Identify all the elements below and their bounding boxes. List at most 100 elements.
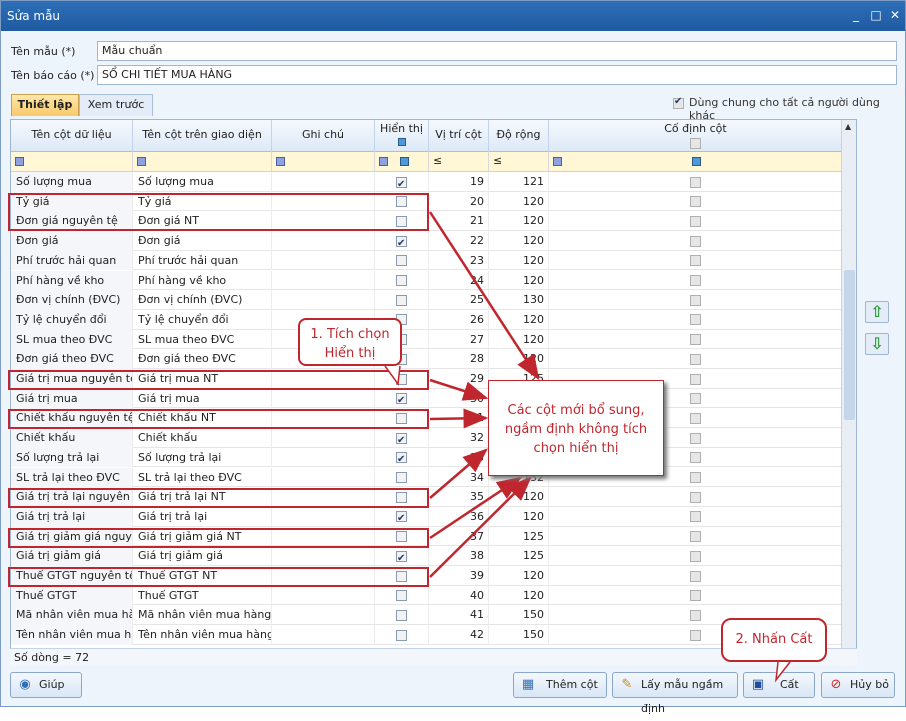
cell-width[interactable]: 120 <box>489 585 549 606</box>
cell-fixed[interactable] <box>549 290 843 310</box>
cell-data-name[interactable]: Giá trị trả lại <box>11 506 133 527</box>
table-row[interactable]: SL mua theo ĐVC SL mua theo ĐVC 27 120 <box>11 329 843 350</box>
cell-note[interactable] <box>272 526 375 547</box>
cell-ui-name[interactable]: Giá trị giảm giá NT <box>133 526 272 547</box>
cell-ui-name[interactable]: Giá trị mua NT <box>133 369 272 389</box>
report-name-input[interactable]: SỔ CHI TIẾT MUA HÀNG <box>97 65 897 85</box>
cell-data-name[interactable]: Phí trước hải quan <box>11 250 133 271</box>
grid-vertical-scrollbar[interactable]: ▲ ▼ <box>841 120 856 665</box>
cell-width[interactable]: 121 <box>489 172 549 192</box>
cell-position[interactable]: 34 <box>429 467 489 488</box>
col-header-visible[interactable]: Hiển thị <box>375 120 429 152</box>
visible-checkbox[interactable] <box>396 412 407 424</box>
cancel-button[interactable]: ⊘ Hủy bỏ <box>821 672 895 698</box>
cell-position[interactable]: 22 <box>429 231 489 251</box>
cell-note[interactable] <box>272 428 375 448</box>
filter-position[interactable]: ≤ <box>429 152 489 172</box>
cell-visible[interactable] <box>375 447 429 468</box>
cell-width[interactable]: 150 <box>489 605 549 626</box>
table-row[interactable]: Chiết khấuChiết khấu32120 <box>11 428 843 448</box>
cell-note[interactable] <box>272 408 375 429</box>
cell-note[interactable] <box>272 625 375 645</box>
table-row[interactable]: Giá trị giảm giáGiá trị giảm giá 38125 <box>11 546 843 566</box>
cell-note[interactable] <box>272 250 375 271</box>
fixed-checkbox[interactable] <box>690 531 701 543</box>
template-name-input[interactable]: Mẫu chuẩn <box>97 41 897 61</box>
cell-data-name[interactable]: Số lượng trả lại <box>11 447 133 468</box>
scroll-up-icon[interactable]: ▲ <box>845 122 851 131</box>
cell-width[interactable]: 120 <box>489 506 549 527</box>
table-row[interactable]: Đơn giá theo ĐVC Đơn giá theo ĐVC 28 120 <box>11 349 843 369</box>
cell-note[interactable] <box>272 388 375 409</box>
cell-position[interactable]: 40 <box>429 585 489 606</box>
move-up-button[interactable]: ⇧ <box>865 301 889 323</box>
cell-visible[interactable] <box>375 526 429 547</box>
table-row[interactable]: Giá trị trả lạiGiá trị trả lại 36120 <box>11 506 843 527</box>
fixed-checkbox[interactable] <box>690 412 701 424</box>
fixed-checkbox[interactable] <box>690 215 701 227</box>
visible-checkbox[interactable] <box>396 275 407 286</box>
cell-ui-name[interactable]: Giá trị mua <box>133 388 272 409</box>
filter-visible[interactable] <box>375 152 429 172</box>
cell-position[interactable]: 24 <box>429 270 489 291</box>
cell-note[interactable] <box>272 270 375 291</box>
table-row[interactable]: Thuế GTGT nguyên tệ Thuế GTGT NT 39 120 <box>11 566 843 586</box>
cell-ui-name[interactable]: Giá trị trả lại NT <box>133 487 272 507</box>
maximize-button[interactable]: □ <box>867 7 885 23</box>
cell-position[interactable]: 20 <box>429 191 489 212</box>
cell-position[interactable]: 35 <box>429 487 489 507</box>
cell-data-name[interactable]: Đơn vị chính (ĐVC) <box>11 290 133 310</box>
filter-data-name[interactable] <box>11 152 133 172</box>
cell-data-name[interactable]: Phí hàng về kho <box>11 270 133 291</box>
visible-checkbox[interactable] <box>396 450 407 467</box>
visible-checkbox[interactable] <box>396 255 407 267</box>
cell-position[interactable]: 33 <box>429 447 489 468</box>
visible-checkbox[interactable] <box>396 391 407 408</box>
table-row[interactable]: Tỷ lệ chuyển đổi Tỷ lệ chuyển đổi 26 120 <box>11 309 843 330</box>
filter-fixed[interactable] <box>549 152 843 172</box>
cell-data-name[interactable]: Đơn giá theo ĐVC <box>11 349 133 369</box>
cell-data-name[interactable]: Chiết khấu <box>11 428 133 448</box>
cell-data-name[interactable]: Thuế GTGT nguyên tệ <box>11 566 133 586</box>
tab-preview[interactable]: Xem trước <box>79 94 153 116</box>
table-row[interactable]: Chiết khấu nguyên tệChiết khấu NT31120 <box>11 408 843 429</box>
cell-data-name[interactable]: Tên nhân viên mua h... <box>11 625 133 645</box>
cell-fixed[interactable] <box>549 309 843 330</box>
cell-position[interactable]: 27 <box>429 329 489 350</box>
cell-ui-name[interactable]: Chiết khấu <box>133 428 272 448</box>
cell-ui-name[interactable]: Số lượng trả lại <box>133 447 272 468</box>
cell-visible[interactable] <box>375 408 429 429</box>
cell-position[interactable]: 21 <box>429 211 489 232</box>
table-row[interactable]: Phí trước hải quan Phí trước hải quan 23 12… <box>11 250 843 271</box>
cell-note[interactable] <box>272 487 375 507</box>
cell-position[interactable]: 29 <box>429 369 489 389</box>
cell-width[interactable]: 150 <box>489 625 549 645</box>
share-checkbox[interactable] <box>673 96 684 109</box>
cell-note[interactable] <box>272 566 375 586</box>
cell-note[interactable] <box>272 546 375 566</box>
fixed-checkbox[interactable] <box>690 491 701 503</box>
cell-width[interactable]: 120 <box>489 270 549 291</box>
cell-fixed[interactable] <box>549 270 843 291</box>
cell-fixed[interactable] <box>549 172 843 192</box>
cell-ui-name[interactable]: Tỷ lệ chuyển đổi <box>133 309 272 330</box>
cell-width[interactable]: 125 <box>489 546 549 566</box>
cell-fixed[interactable] <box>549 506 843 527</box>
cell-visible[interactable] <box>375 191 429 212</box>
cell-fixed[interactable] <box>549 211 843 232</box>
cell-visible[interactable] <box>375 211 429 232</box>
cell-data-name[interactable]: Giá trị giảm giá <box>11 546 133 566</box>
cell-visible[interactable] <box>375 585 429 606</box>
table-row[interactable]: Giá trị muaGiá trị mua30125 <box>11 388 843 409</box>
cell-visible[interactable] <box>375 369 429 389</box>
visible-checkbox[interactable] <box>396 431 407 448</box>
filter-ui-name[interactable] <box>133 152 272 172</box>
cell-ui-name[interactable]: Đơn giá theo ĐVC <box>133 349 272 369</box>
cell-ui-name[interactable]: Đơn vị chính (ĐVC) <box>133 290 272 310</box>
cell-fixed[interactable] <box>549 231 843 251</box>
fixed-checkbox[interactable] <box>690 353 701 365</box>
cell-ui-name[interactable]: SL mua theo ĐVC <box>133 329 272 350</box>
cell-note[interactable] <box>272 369 375 389</box>
cell-position[interactable]: 39 <box>429 566 489 586</box>
col-header-ui-name[interactable]: Tên cột trên giao diện <box>133 120 272 152</box>
